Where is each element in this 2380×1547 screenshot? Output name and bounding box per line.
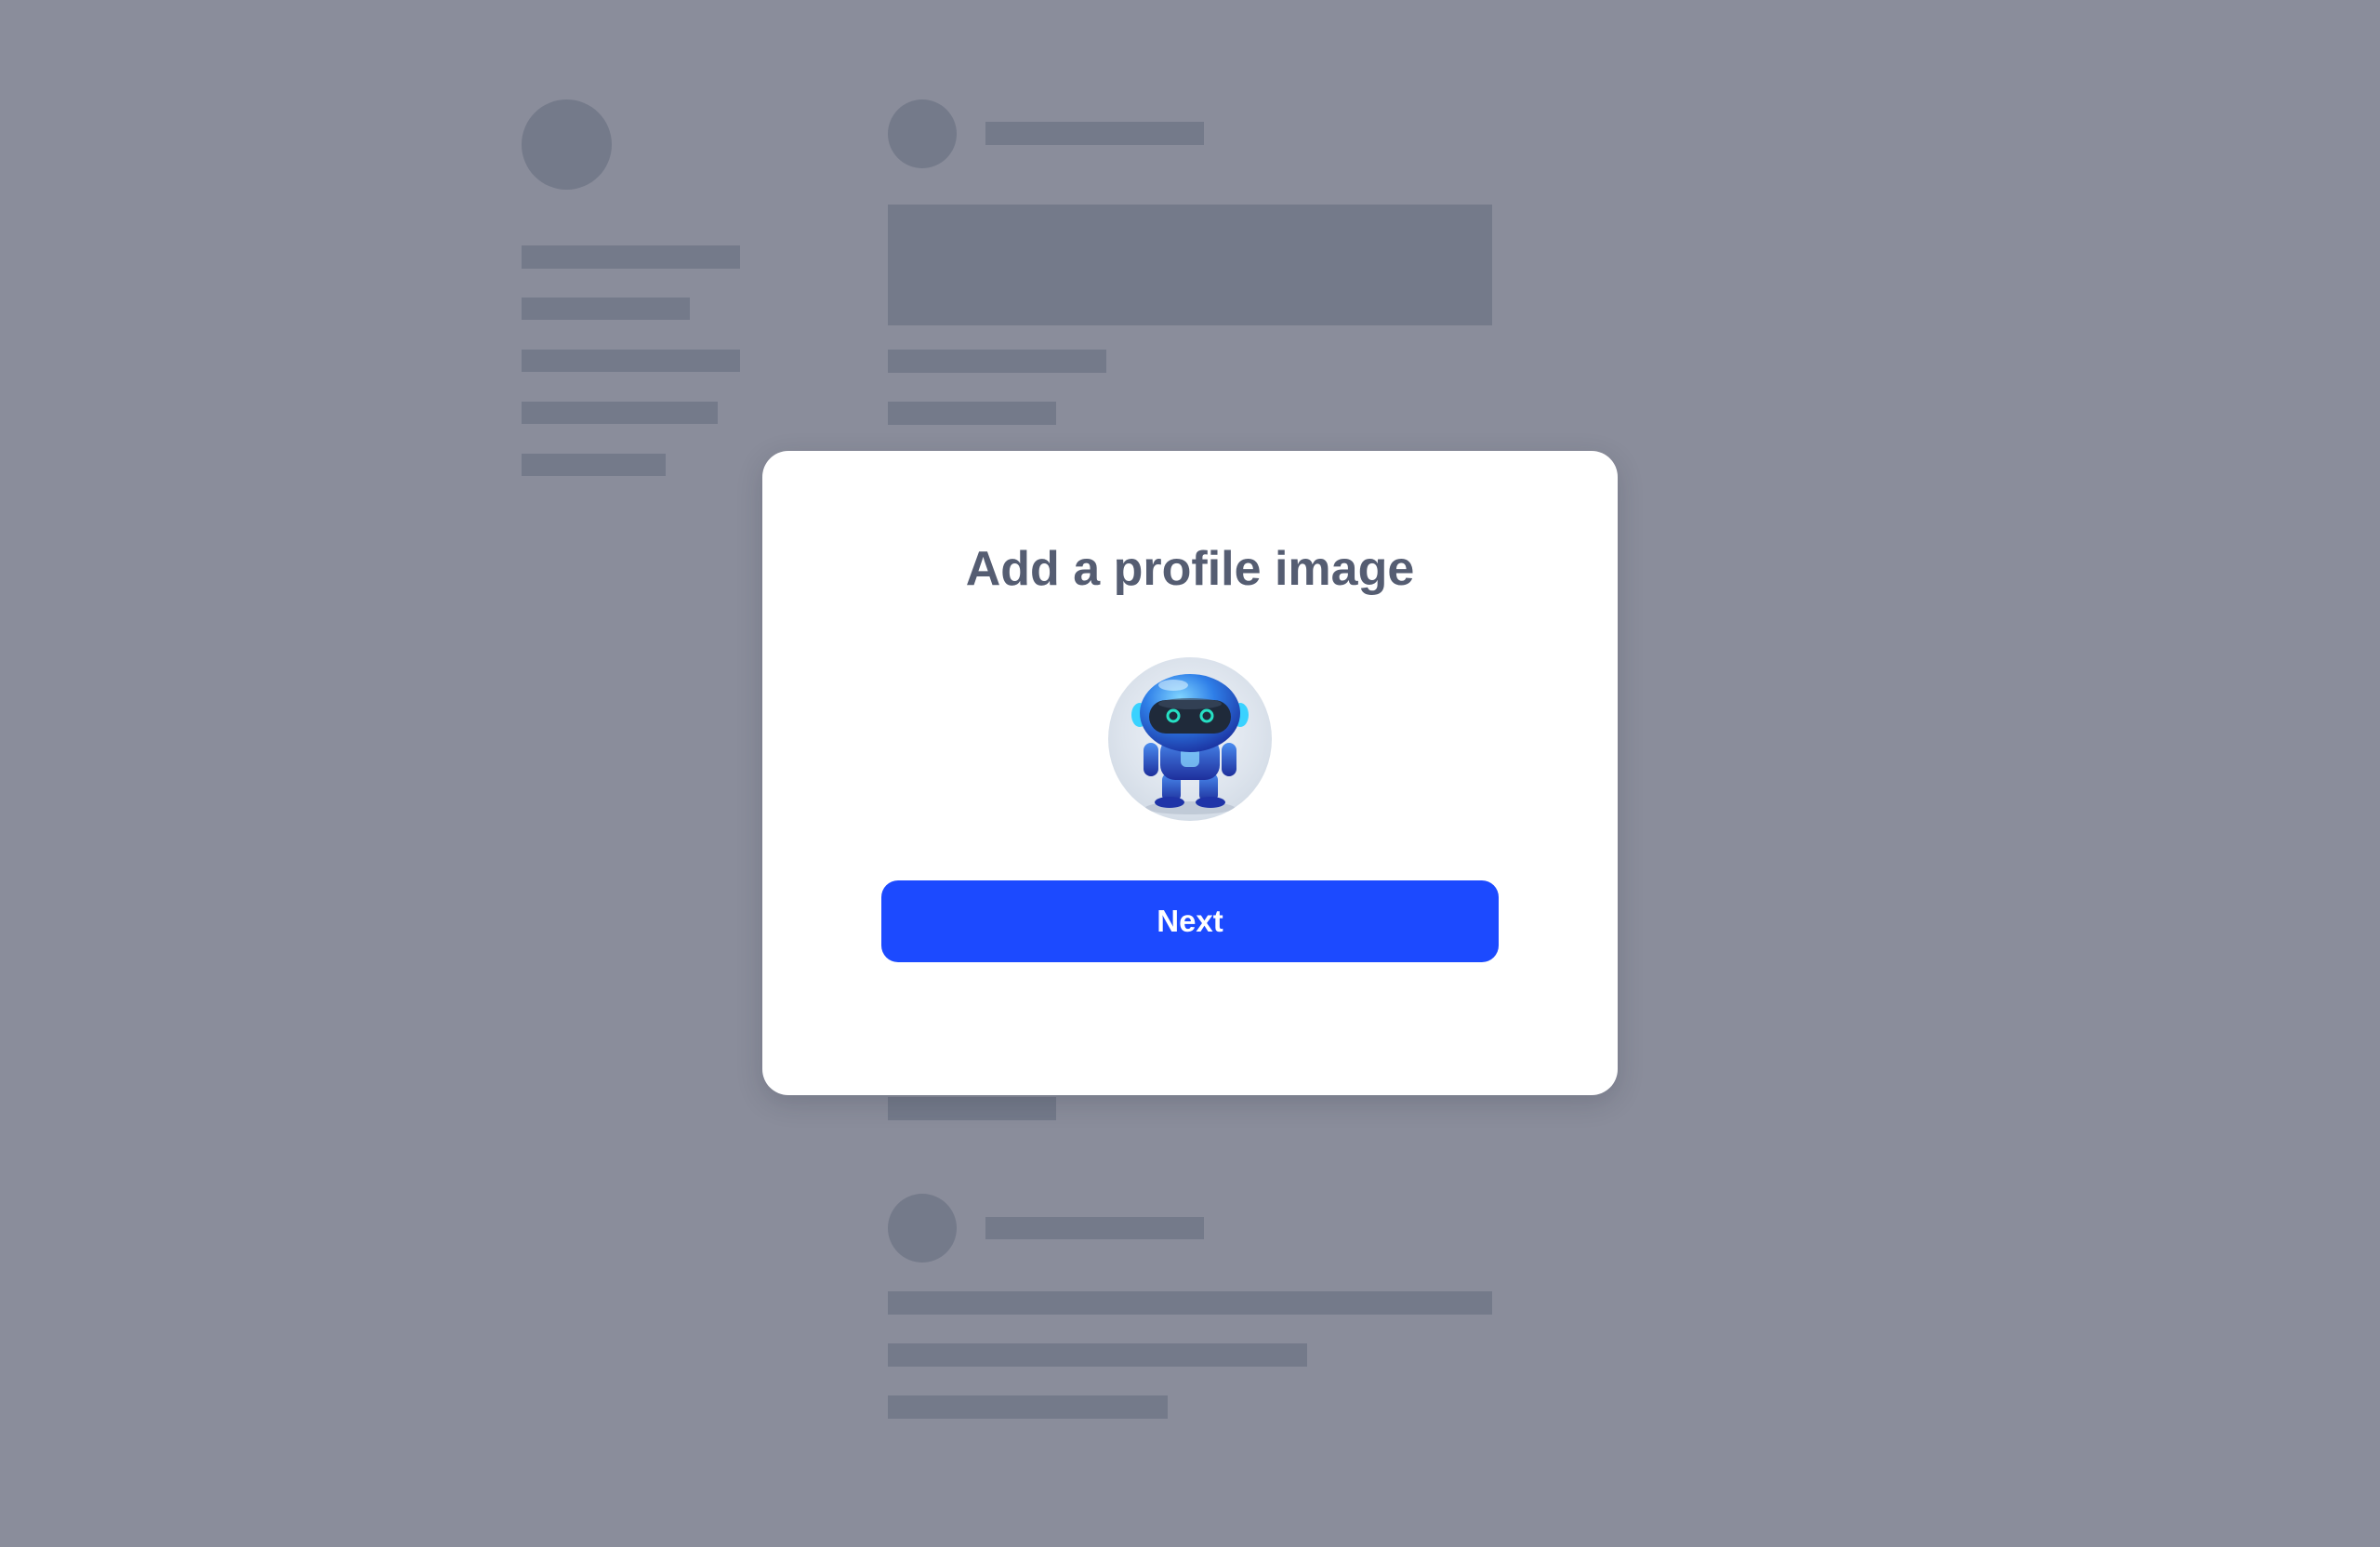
skeleton-line <box>522 245 740 269</box>
skeleton-line <box>888 1097 1056 1120</box>
profile-avatar[interactable] <box>1108 657 1272 821</box>
skeleton-post-avatar <box>888 1194 957 1263</box>
skeleton-line <box>888 1291 1492 1315</box>
skeleton-line <box>888 350 1106 373</box>
page-background: Add a profile image Next <box>0 0 2380 1547</box>
profile-image-dialog: Add a profile image Next <box>762 451 1618 1095</box>
skeleton-line <box>888 1343 1307 1367</box>
skeleton-line <box>888 1395 1168 1419</box>
skeleton-post-avatar <box>888 99 957 168</box>
skeleton-line <box>522 402 718 424</box>
skeleton-post-media <box>888 205 1492 325</box>
skeleton-post-name <box>985 1217 1204 1239</box>
dialog-title: Add a profile image <box>965 542 1415 596</box>
skeleton-avatar <box>522 99 612 190</box>
skeleton-line <box>522 298 690 320</box>
skeleton-line <box>522 454 666 476</box>
skeleton-post-name <box>985 122 1204 145</box>
skeleton-line <box>522 350 740 372</box>
skeleton-line <box>888 402 1056 425</box>
next-button[interactable]: Next <box>881 880 1499 962</box>
robot-avatar-icon <box>1131 674 1249 814</box>
